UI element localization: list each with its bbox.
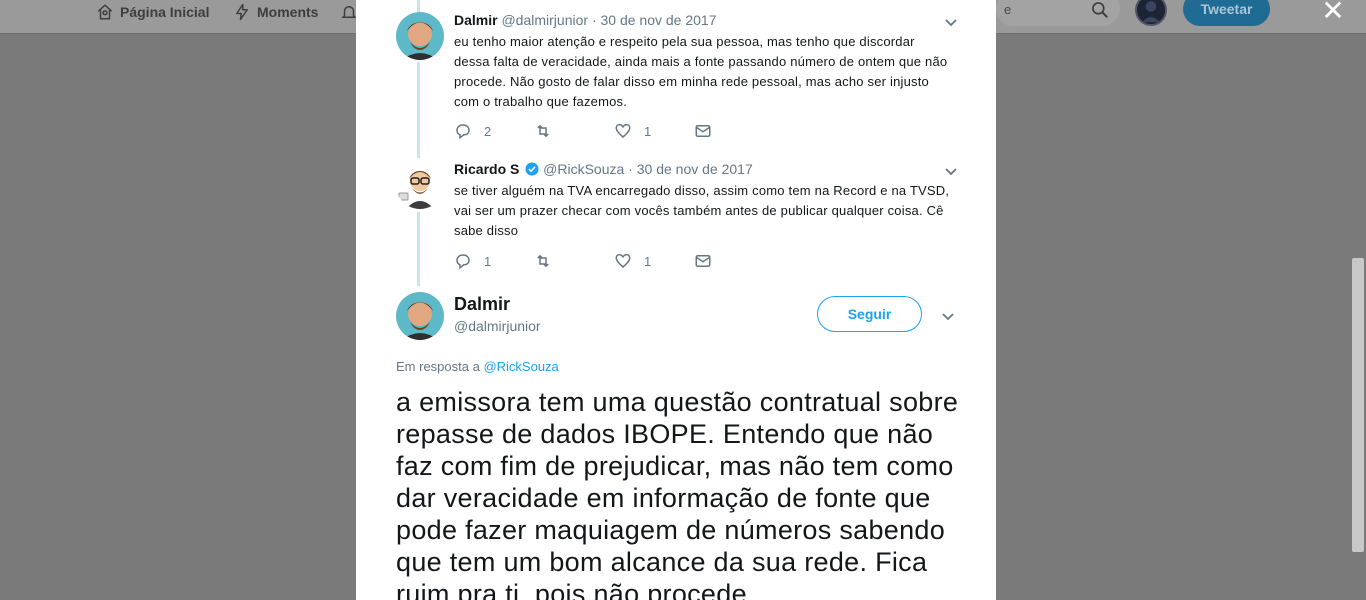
nav-home-label: Página Inicial (120, 4, 210, 20)
reply-button[interactable]: 2 (454, 122, 491, 140)
tweet-author-handle[interactable]: @RickSouza (543, 161, 624, 177)
tweet-date[interactable]: 30 de nov de 2017 (637, 161, 753, 177)
tweet-actions: 1 1 (454, 252, 754, 272)
nav-home[interactable]: Página Inicial (96, 0, 209, 24)
tweet-author-name[interactable]: Ricardo S (454, 161, 519, 177)
scrollbar-thumb[interactable] (1352, 258, 1364, 552)
reply-context: Em resposta a @RickSouza (396, 359, 559, 374)
like-button[interactable]: 1 (614, 252, 651, 270)
tweet-modal: Dalmir @dalmirjunior · 30 de nov de 2017… (356, 0, 996, 600)
tweet-text: se tiver alguém na TVA encarregado disso… (454, 183, 950, 238)
avatar-image (396, 12, 444, 60)
reply-to-link[interactable]: @RickSouza (483, 359, 558, 374)
chevron-down-icon[interactable] (944, 15, 958, 29)
reply-count: 1 (484, 253, 492, 269)
thread-tweet[interactable]: Ricardo S @RickSouza · 30 de nov de 2017… (396, 161, 971, 281)
user-avatar[interactable] (1135, 0, 1167, 26)
retweet-icon (537, 124, 549, 138)
thread-tweet[interactable]: Dalmir @dalmirjunior · 30 de nov de 2017… (396, 12, 971, 146)
main-tweet-author-handle[interactable]: @dalmirjunior (454, 318, 541, 334)
reply-prefix: Em resposta a (396, 359, 480, 374)
tweet-actions: 2 1 (454, 122, 754, 142)
nav-moments-label: Moments (257, 4, 319, 20)
avatar-image (396, 292, 444, 340)
tweet-header: Dalmir @dalmirjunior · 30 de nov de 2017 (454, 12, 717, 28)
avatar[interactable] (396, 161, 444, 209)
tweet-text: eu tenho maior atenção e respeito pela s… (454, 34, 948, 109)
message-button[interactable] (694, 252, 712, 270)
tweet-separator: · (591, 12, 597, 28)
nav-moments[interactable]: Moments (233, 0, 318, 24)
search-placeholder: e (1004, 1, 1012, 17)
chevron-down-icon[interactable] (944, 164, 958, 178)
heart-icon (615, 253, 631, 268)
tweet-date[interactable]: 30 de nov de 2017 (601, 12, 717, 28)
tweet-button[interactable]: Tweetar (1183, 0, 1270, 26)
message-button[interactable] (694, 122, 712, 140)
main-tweet-author-name[interactable]: Dalmir (454, 294, 510, 315)
follow-button[interactable]: Seguir (817, 296, 922, 332)
main-tweet-avatar[interactable] (396, 292, 444, 340)
avatar-image (396, 161, 444, 209)
tweet-header: Ricardo S @RickSouza · 30 de nov de 2017 (454, 161, 753, 177)
tweet-author-name[interactable]: Dalmir (454, 12, 498, 28)
tweet-author-handle[interactable]: @dalmirjunior (501, 12, 588, 28)
thread-line (417, 0, 420, 12)
heart-icon (615, 123, 631, 138)
home-icon (97, 4, 113, 20)
envelope-icon (695, 255, 711, 267)
retweet-button[interactable] (534, 252, 564, 270)
envelope-icon (695, 125, 711, 137)
reply-icon (456, 254, 470, 270)
tweet-separator: · (628, 161, 633, 177)
reply-icon (456, 124, 470, 140)
close-icon[interactable]: ✕ (1320, 0, 1346, 25)
like-count: 1 (644, 123, 652, 139)
lightning-icon (236, 3, 248, 21)
avatar[interactable] (396, 12, 444, 60)
chevron-down-icon[interactable] (941, 309, 955, 323)
user-avatar-image (1137, 0, 1165, 24)
reply-count: 2 (484, 123, 492, 139)
retweet-button[interactable] (534, 122, 564, 140)
like-button[interactable]: 1 (614, 122, 651, 140)
retweet-icon (537, 254, 549, 268)
main-tweet-text: a emissora tem uma questão contratual so… (396, 387, 959, 600)
like-count: 1 (644, 253, 652, 269)
reply-button[interactable]: 1 (454, 252, 491, 270)
search-icon[interactable] (1090, 0, 1110, 20)
verified-badge-icon (525, 162, 539, 176)
